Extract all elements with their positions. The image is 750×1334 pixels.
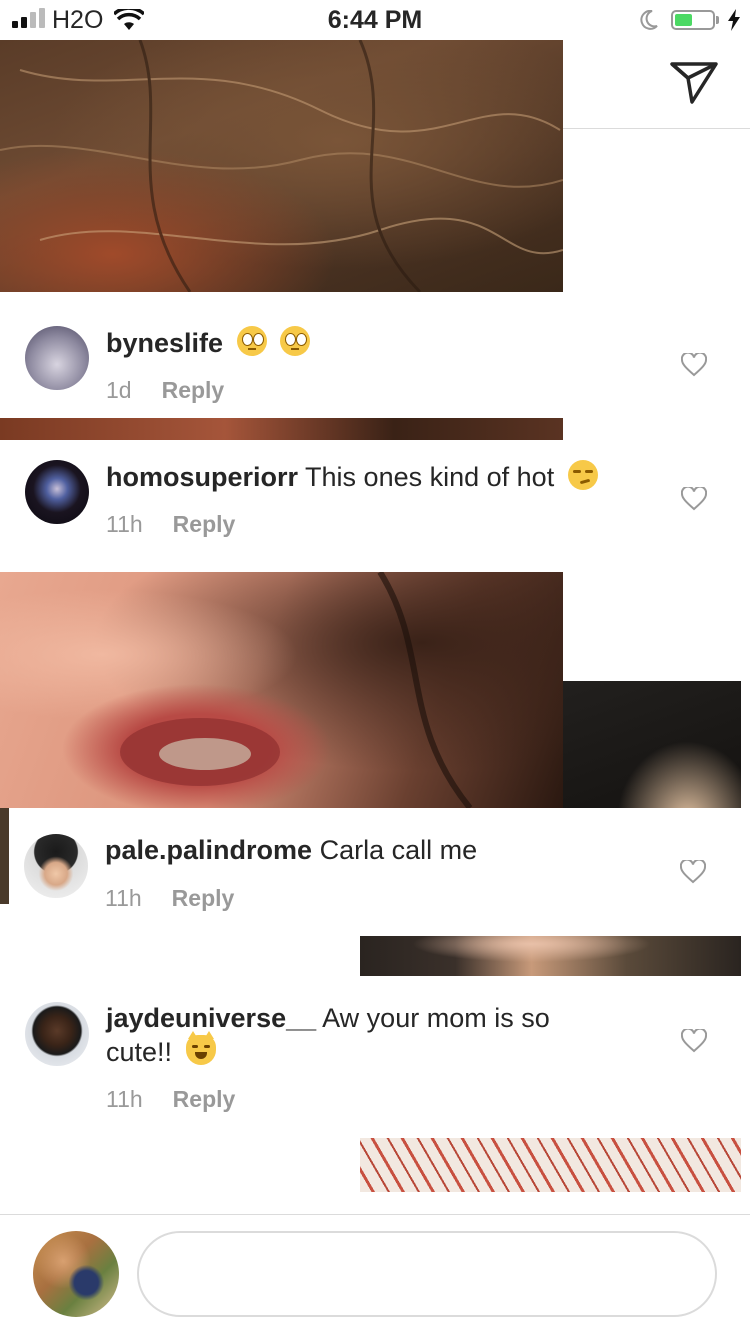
photo-fragment-strip — [0, 418, 563, 440]
avatar[interactable] — [25, 326, 89, 390]
comment-username[interactable]: byneslife — [106, 328, 223, 358]
comment-body: Carla call me — [319, 835, 478, 865]
rolling-eyes-emoji — [236, 326, 267, 356]
current-user-avatar — [33, 1231, 119, 1317]
photo-fragment-dark-right — [563, 681, 741, 808]
charging-bolt-icon — [728, 9, 740, 31]
comment-text: pale.palindrome Carla call me — [105, 834, 477, 867]
battery-icon — [671, 10, 715, 30]
smiling-cat-emoji — [185, 1031, 216, 1065]
status-bar: H2O 6:44 PM — [0, 0, 750, 40]
like-heart-icon[interactable] — [681, 487, 707, 511]
comment-timestamp: 1d — [106, 377, 132, 403]
photo-fragment-face — [0, 572, 563, 808]
battery-cap — [716, 16, 719, 24]
comment-body: Aw your mom is so — [322, 1003, 550, 1033]
comment-meta: 11h Reply — [105, 885, 234, 912]
header-divider — [563, 128, 750, 129]
photo-fragment-left-edge — [0, 808, 9, 904]
comment-timestamp: 11h — [106, 1086, 143, 1112]
photo-fragment-face-small — [360, 936, 741, 976]
comment-item: pale.palindrome Carla call me 11h Reply — [9, 808, 750, 936]
like-heart-icon[interactable] — [681, 1029, 707, 1053]
avatar[interactable] — [24, 834, 88, 898]
photo-fragment-pattern — [360, 1138, 741, 1192]
comment-text: jaydeuniverse__ Aw your mom is so cute!! — [106, 1002, 626, 1069]
comment-username[interactable]: pale.palindrome — [105, 835, 312, 865]
reply-button[interactable]: Reply — [172, 885, 235, 911]
clock: 6:44 PM — [327, 6, 423, 34]
avatar[interactable] — [25, 460, 89, 524]
comment-input[interactable] — [137, 1231, 717, 1317]
composer-divider — [0, 1214, 750, 1215]
comment-meta: 11h Reply — [106, 1086, 235, 1113]
comment-username[interactable]: jaydeuniverse__ — [106, 1003, 316, 1033]
rolling-eyes-emoji — [280, 326, 311, 356]
comment-username[interactable]: homosuperiorr — [106, 462, 298, 492]
reply-button[interactable]: Reply — [162, 377, 225, 403]
comment-timestamp: 11h — [105, 885, 142, 911]
comment-text: byneslife — [106, 326, 311, 360]
comment-body: This ones kind of hot — [305, 462, 555, 492]
comment-item: byneslife 1d Reply — [0, 292, 750, 418]
comment-meta: 11h Reply — [106, 511, 235, 538]
reply-button[interactable]: Reply — [173, 511, 236, 537]
send-direct-icon[interactable] — [670, 60, 718, 104]
avatar[interactable] — [25, 1002, 89, 1066]
comment-text: homosuperiorr This ones kind of hot — [106, 460, 598, 494]
like-heart-icon[interactable] — [680, 860, 706, 884]
comment-item: homosuperiorr This ones kind of hot 11h R… — [0, 440, 750, 572]
comment-item: jaydeuniverse__ Aw your mom is so cute!!… — [0, 976, 750, 1138]
photo-fragment-hair — [0, 40, 563, 292]
comment-meta: 1d Reply — [106, 377, 224, 404]
reply-button[interactable]: Reply — [173, 1086, 236, 1112]
like-heart-icon[interactable] — [681, 353, 707, 377]
comment-body-line2: cute!! — [106, 1037, 173, 1067]
smirk-emoji — [567, 460, 598, 490]
moon-icon — [640, 10, 658, 30]
comment-timestamp: 11h — [106, 511, 143, 537]
